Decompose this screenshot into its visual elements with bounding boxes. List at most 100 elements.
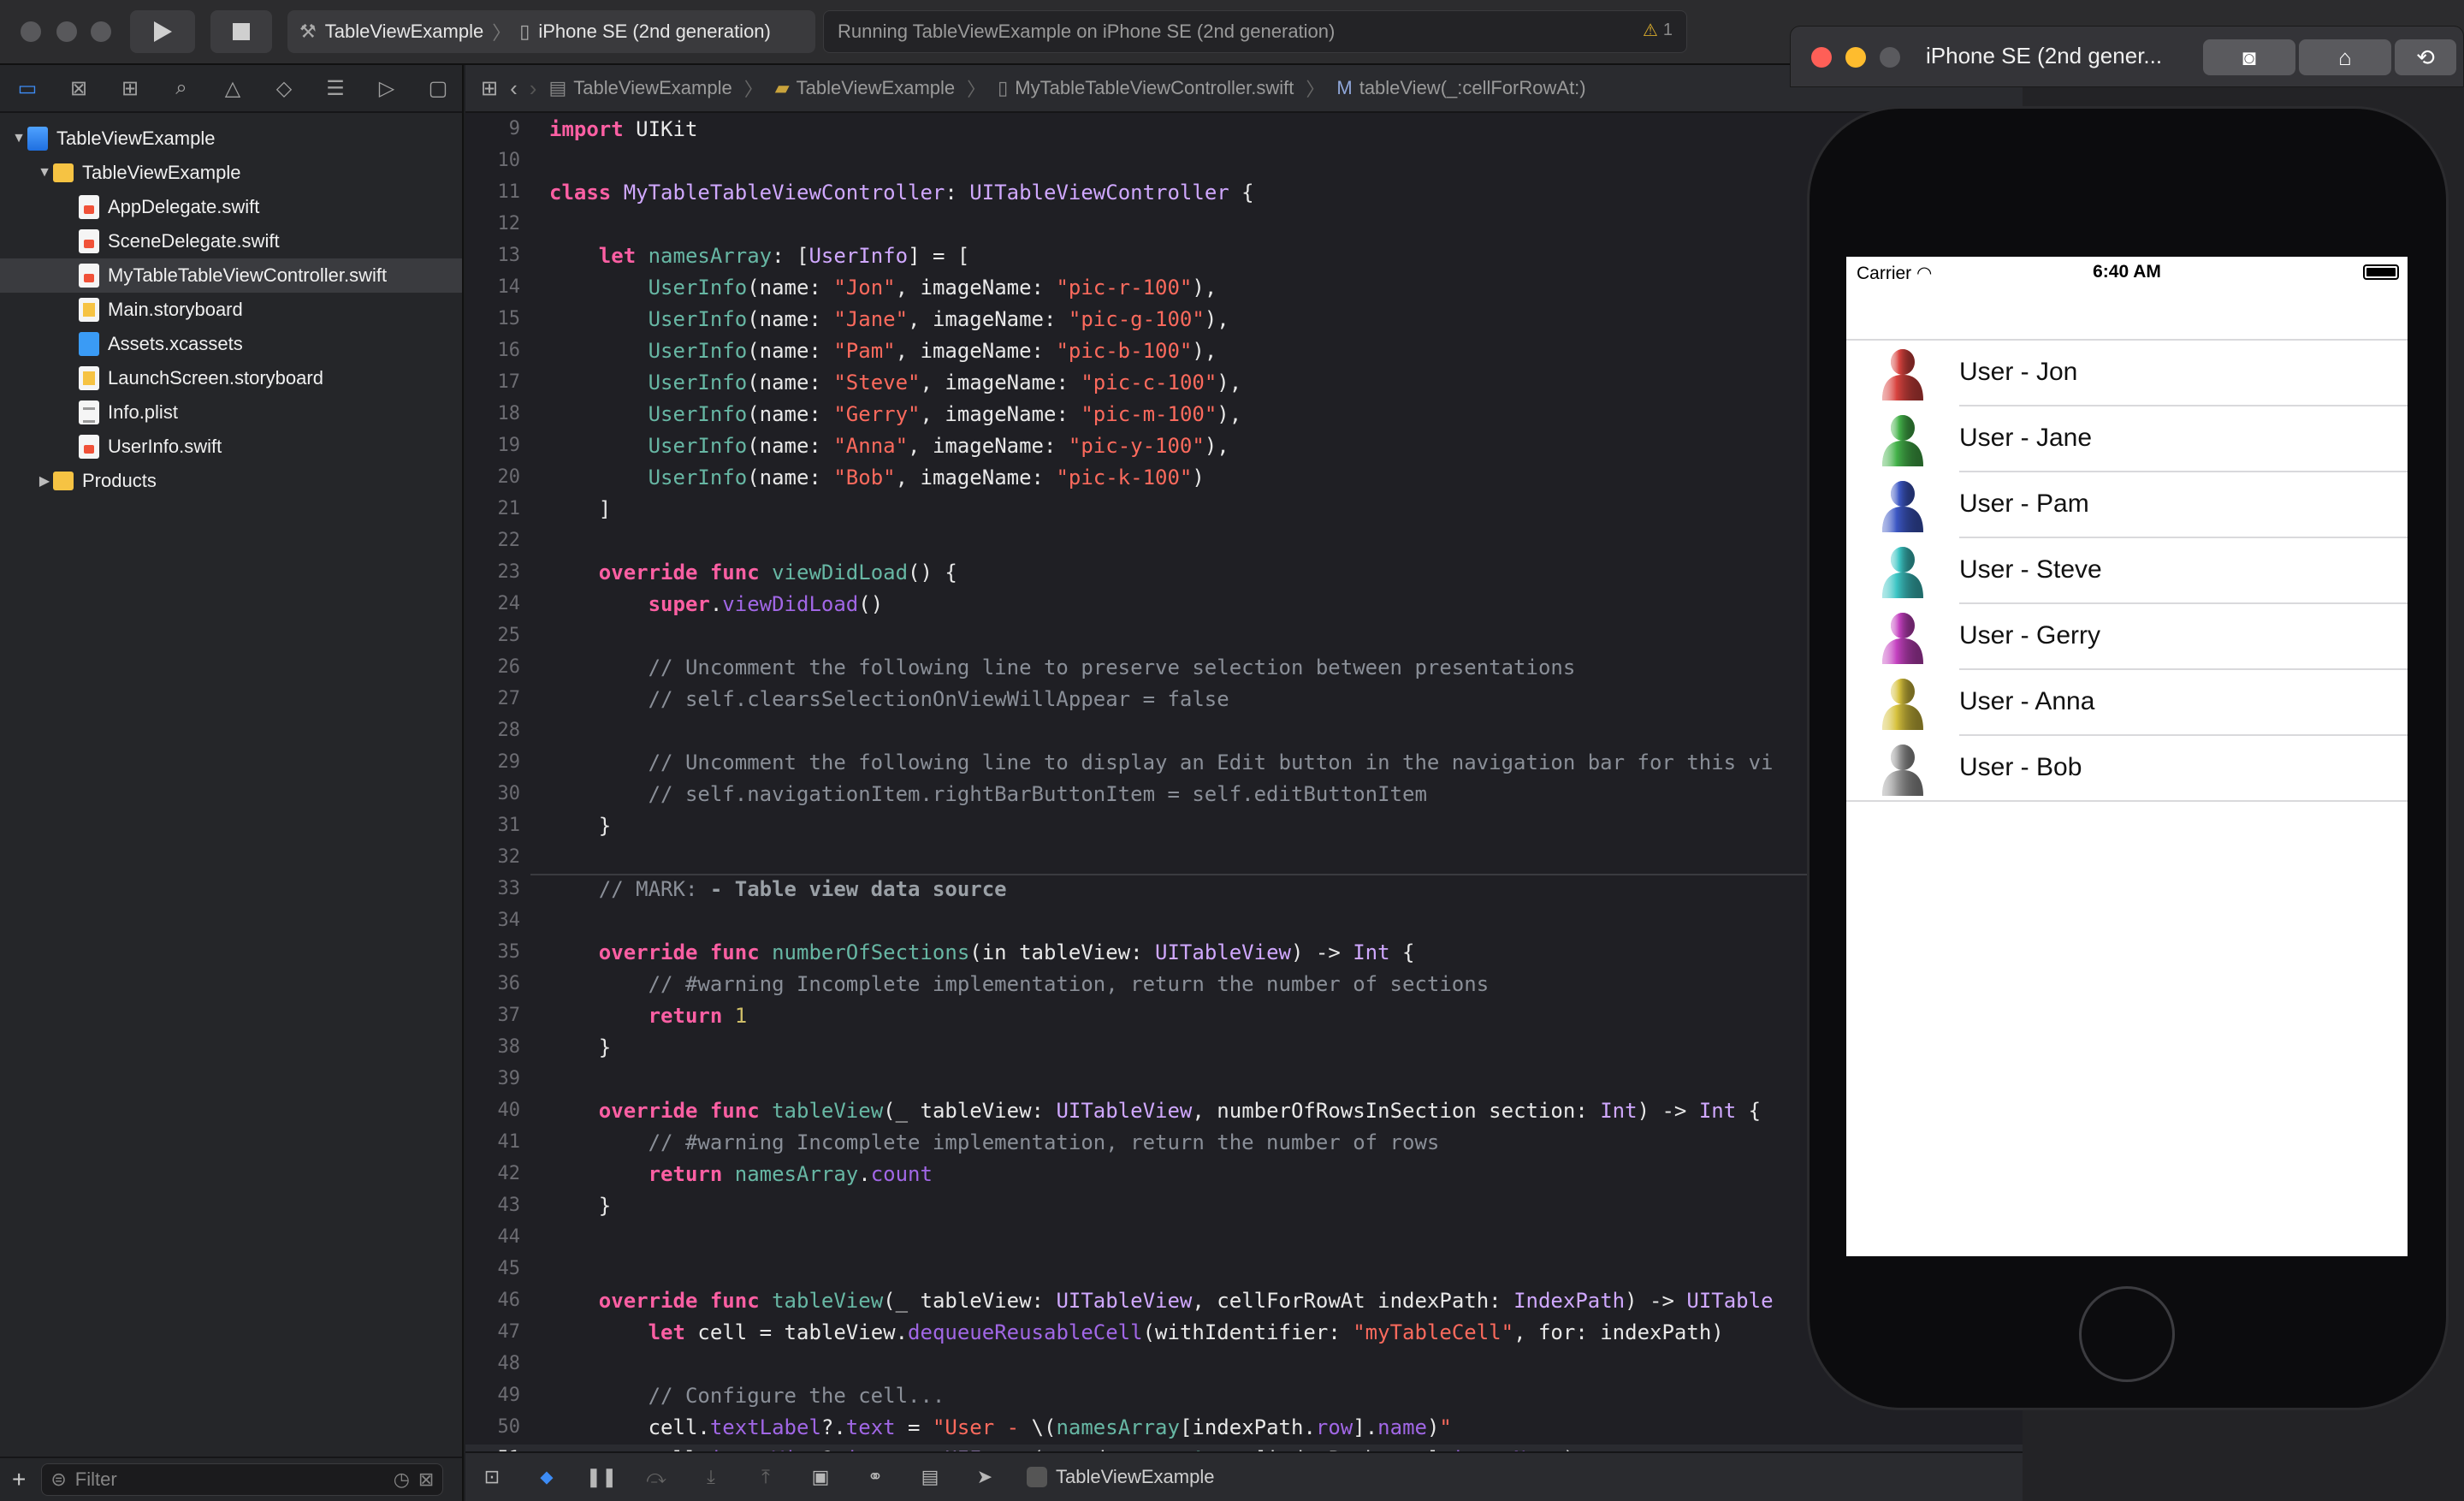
forward-arrow-icon[interactable]: ›	[530, 75, 537, 102]
table-row[interactable]: User - Jane	[1846, 406, 2408, 472]
disclosure-triangle-icon[interactable]: ▶	[36, 472, 53, 489]
report-icon[interactable]: ▢	[423, 74, 453, 102]
filter-input[interactable]: ⊜ Filter ◷ ⊠	[41, 1463, 444, 1496]
breadcrumb-item[interactable]: MtableView(_:cellForRowAt:)	[1336, 74, 1585, 102]
hide-debug-area-icon[interactable]: ⊡	[479, 1465, 505, 1489]
activity-viewer: Running TableViewExample on iPhone SE (2…	[823, 10, 1687, 53]
environment-overrides-icon[interactable]: ▤	[917, 1465, 943, 1489]
file-tree-item[interactable]: SceneDelegate.swift	[0, 224, 462, 258]
breadcrumb-item[interactable]: ▰ TableViewExample	[775, 74, 955, 102]
symbol-icon[interactable]: ⊞	[115, 74, 145, 102]
code-line[interactable]: super.viewDidLoad()	[549, 590, 884, 619]
device-home-button[interactable]	[2079, 1286, 2175, 1382]
screenshot-button[interactable]: ◙	[2203, 39, 2295, 75]
code-line[interactable]: // Configure the cell...	[549, 1381, 945, 1410]
code-line[interactable]: }	[549, 811, 611, 840]
scheme-selector[interactable]: ⚒ TableViewExample 〉 ▯ iPhone SE (2nd ge…	[287, 10, 815, 53]
code-line[interactable]: cell.textLabel?.text = "User - \(namesAr…	[549, 1413, 1452, 1442]
location-icon[interactable]: ➤	[972, 1465, 998, 1489]
disclosure-triangle-icon[interactable]: ▼	[36, 165, 53, 181]
issue-icon[interactable]: △	[217, 74, 248, 102]
warning-indicator[interactable]: ⚠ 1	[1643, 20, 1673, 41]
code-line[interactable]: // Uncomment the following line to prese…	[549, 653, 1576, 682]
process-selector[interactable]: TableViewExample	[1027, 1466, 1214, 1488]
code-line[interactable]: // self.navigationItem.rightBarButtonIte…	[549, 780, 1427, 809]
table-row[interactable]: User - Gerry	[1846, 604, 2408, 670]
code-line[interactable]: override func tableView(_ tableView: UIT…	[549, 1286, 1774, 1315]
debug-icon[interactable]: ☰	[320, 74, 351, 102]
simulator-zoom-button[interactable]	[1880, 47, 1900, 68]
breakpoint-icon[interactable]: ▷	[371, 74, 402, 102]
file-tree-item[interactable]: AppDelegate.swift	[0, 190, 462, 224]
file-tree-item[interactable]: LaunchScreen.storyboard	[0, 361, 462, 395]
disclosure-triangle-icon[interactable]: ▼	[10, 131, 27, 146]
recent-files-icon[interactable]: ◷	[394, 1468, 410, 1491]
table-row[interactable]: User - Steve	[1846, 538, 2408, 604]
code-line[interactable]: UserInfo(name: "Anna", imageName: "pic-y…	[549, 431, 1229, 460]
code-line[interactable]: }	[549, 1191, 611, 1220]
file-tree-item[interactable]: ▼ TableViewExample	[0, 156, 462, 190]
code-line[interactable]: // #warning Incomplete implementation, r…	[549, 1128, 1440, 1157]
run-button[interactable]	[130, 10, 195, 53]
table-row[interactable]: User - Pam	[1846, 472, 2408, 538]
code-line[interactable]: // MARK: - Table view data source	[549, 875, 1007, 904]
file-tree-item[interactable]: UserInfo.swift	[0, 430, 462, 464]
scm-filter-icon[interactable]: ⊠	[418, 1468, 434, 1491]
file-tree-item[interactable]: ▶ Products	[0, 464, 462, 498]
code-line[interactable]: }	[549, 1033, 611, 1062]
code-line[interactable]: let cell = tableView.dequeueReusableCell…	[549, 1318, 1724, 1347]
view-hierarchy-icon[interactable]: ▣	[808, 1465, 833, 1489]
home-button-control[interactable]: ⌂	[2299, 39, 2391, 75]
step-into-icon[interactable]: ⤓	[698, 1465, 724, 1489]
pause-icon[interactable]: ❚❚	[586, 1465, 618, 1489]
code-line[interactable]: UserInfo(name: "Gerry", imageName: "pic-…	[549, 400, 1242, 429]
code-line[interactable]: ]	[549, 495, 611, 524]
code-line[interactable]: import UIKit	[549, 115, 697, 144]
table-row[interactable]: User - Bob	[1846, 736, 2408, 802]
table-row[interactable]: User - Anna	[1846, 670, 2408, 736]
step-over-icon[interactable]: ⤼	[643, 1465, 669, 1489]
file-tree-item[interactable]: ▼ TableViewExample	[0, 122, 462, 156]
code-line[interactable]: UserInfo(name: "Pam", imageName: "pic-b-…	[549, 336, 1217, 365]
file-tree-item[interactable]: Main.storyboard	[0, 293, 462, 327]
simulator-minimize-button[interactable]	[1845, 47, 1866, 68]
code-line[interactable]: let namesArray: [UserInfo] = [	[549, 241, 970, 270]
code-line[interactable]: return namesArray.count	[549, 1160, 933, 1189]
device-screen[interactable]: Carrier ◠ 6:40 AM User - Jon User - Jane U…	[1846, 257, 2408, 1256]
source-control-icon[interactable]: ⊠	[63, 74, 94, 102]
breakpoints-toggle-icon[interactable]: ⬥	[534, 1465, 560, 1489]
breadcrumb-item[interactable]: ▯ MyTableTableViewController.swift	[998, 74, 1294, 102]
add-icon[interactable]: +	[12, 1466, 26, 1493]
related-items-icon[interactable]: ⊞	[481, 76, 498, 101]
stop-button[interactable]	[210, 10, 272, 53]
folder-icon[interactable]: ▭	[12, 74, 43, 102]
code-line[interactable]: UserInfo(name: "Jon", imageName: "pic-r-…	[549, 273, 1217, 302]
code-line[interactable]: override func viewDidLoad() {	[549, 558, 957, 587]
rotate-button[interactable]: ⟲	[2395, 39, 2456, 75]
window-close-button[interactable]	[21, 21, 41, 42]
step-out-icon[interactable]: ⤒	[753, 1465, 779, 1489]
table-row[interactable]: User - Jon	[1846, 341, 2408, 406]
code-line[interactable]: // #warning Incomplete implementation, r…	[549, 970, 1490, 999]
test-icon[interactable]: ◇	[269, 74, 299, 102]
window-zoom-button[interactable]	[91, 21, 111, 42]
code-line[interactable]: UserInfo(name: "Jane", imageName: "pic-g…	[549, 305, 1229, 334]
code-line[interactable]: // Uncomment the following line to displ…	[549, 748, 1774, 777]
window-minimize-button[interactable]	[56, 21, 77, 42]
code-line[interactable]: UserInfo(name: "Steve", imageName: "pic-…	[549, 368, 1242, 397]
code-line[interactable]: override func tableView(_ tableView: UIT…	[549, 1096, 1761, 1125]
code-line[interactable]: return 1	[549, 1001, 748, 1030]
file-tree-item[interactable]: Info.plist	[0, 395, 462, 430]
code-line[interactable]: // self.clearsSelectionOnViewWillAppear …	[549, 685, 1229, 714]
memory-graph-icon[interactable]: ⚭	[862, 1465, 888, 1489]
file-tree-item[interactable]: Assets.xcassets	[0, 327, 462, 361]
search-icon[interactable]: ⌕	[166, 74, 197, 102]
file-tree-item[interactable]: MyTableTableViewController.swift	[0, 258, 462, 293]
breadcrumb-item[interactable]: ▤ TableViewExample	[548, 74, 732, 102]
code-line[interactable]: UserInfo(name: "Bob", imageName: "pic-k-…	[549, 463, 1205, 492]
code-line[interactable]: cell.imageView?.image = UIImage(named: n…	[549, 1445, 1576, 1451]
code-line[interactable]: class MyTableTableViewController: UITabl…	[549, 178, 1254, 207]
simulator-close-button[interactable]	[1811, 47, 1832, 68]
back-arrow-icon[interactable]: ‹	[510, 75, 518, 102]
code-line[interactable]: override func numberOfSections(in tableV…	[549, 938, 1415, 967]
